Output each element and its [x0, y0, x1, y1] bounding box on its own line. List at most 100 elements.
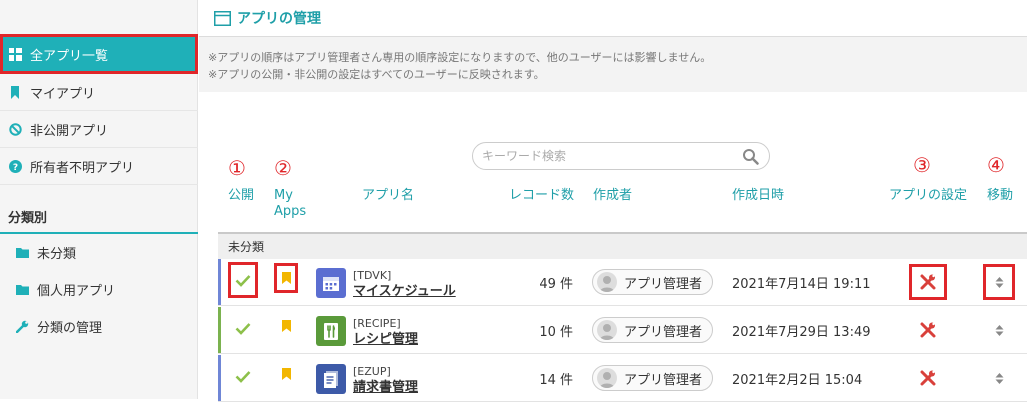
sidebar-category-personal[interactable]: 個人用アプリ — [0, 271, 198, 308]
myapps-toggle[interactable] — [274, 311, 298, 341]
app-icon[interactable] — [316, 364, 346, 394]
app-settings-button[interactable] — [909, 264, 947, 300]
window-icon — [214, 10, 231, 26]
app-name-link[interactable]: レシピ管理 — [353, 331, 418, 348]
grid-icon — [8, 47, 22, 61]
annotation-marker-1: ① — [228, 156, 246, 180]
move-handle[interactable] — [983, 312, 1015, 348]
myapps-toggle[interactable] — [274, 263, 298, 293]
wrench-icon — [15, 320, 29, 333]
prohibited-icon — [8, 122, 22, 136]
search-icon[interactable] — [742, 148, 759, 168]
app-name-cell: [EZUP] 請求書管理 — [353, 365, 418, 396]
row-color-bar — [218, 307, 221, 353]
public-toggle[interactable] — [228, 262, 258, 298]
svg-text:?: ? — [12, 163, 17, 173]
notice-line: ※アプリの公開・非公開の設定はすべてのユーザーに反映されます。 — [208, 68, 545, 81]
annotation-marker-4: ④ — [987, 153, 1005, 177]
creator-chip[interactable]: アプリ管理者 — [592, 365, 714, 391]
invoice-icon — [316, 364, 346, 394]
column-header-records[interactable]: レコード数 — [509, 188, 574, 204]
sidebar-item-orphan-apps[interactable]: ? 所有者不明アプリ — [0, 148, 198, 185]
sidebar-item-label: 非公開アプリ — [30, 123, 109, 139]
avatar — [597, 368, 617, 388]
record-count: 14 件 — [539, 373, 573, 388]
created-date: 2021年2月2日 15:04 — [732, 373, 863, 388]
question-icon: ? — [8, 159, 22, 173]
column-header-label: Apps — [274, 204, 307, 219]
sidebar: 全アプリ一覧 マイアプリ 非公開アプリ ? 所有者不明アプリ 分類別 未分類 個… — [0, 0, 198, 399]
folder-icon — [15, 247, 29, 258]
created-date: 2021年7月29日 13:49 — [732, 325, 871, 340]
avatar — [597, 272, 617, 292]
bookmark-icon — [281, 368, 291, 380]
column-header-name[interactable]: アプリ名 — [362, 188, 414, 204]
table-row: [EZUP] 請求書管理 14 件 アプリ管理者 2021年2月2日 15:04 — [218, 355, 1027, 402]
app-settings-button[interactable] — [909, 312, 947, 348]
calendar-icon — [316, 268, 346, 298]
created-date: 2021年7月14日 19:11 — [732, 277, 871, 292]
sort-arrows-icon — [995, 324, 1003, 336]
app-settings-button[interactable] — [909, 360, 947, 396]
bookmark-icon — [281, 320, 291, 332]
recipe-icon — [316, 316, 346, 346]
search-box[interactable] — [472, 142, 770, 170]
page-header: アプリの管理 — [199, 0, 1027, 36]
notice-box: ※アプリの順序はアプリ管理者さん専用の順序設定になりますので、他のユーザーには影… — [199, 36, 1027, 92]
column-header-settings: アプリの設定 — [889, 188, 968, 203]
sidebar-section-title: 分類別 — [0, 200, 198, 234]
row-color-bar — [218, 259, 221, 305]
app-icon[interactable] — [316, 268, 346, 298]
column-header-public[interactable]: 公開 — [228, 188, 254, 204]
column-header-myapps[interactable]: My Apps — [274, 188, 306, 220]
sidebar-category-label: 未分類 — [37, 247, 77, 262]
record-count: 10 件 — [539, 325, 573, 340]
sidebar-item-label: マイアプリ — [30, 86, 96, 102]
move-handle[interactable] — [983, 360, 1015, 396]
app-name-link[interactable]: 請求書管理 — [353, 379, 418, 396]
notice-line: ※アプリの順序はアプリ管理者さん専用の順序設定になりますので、他のユーザーには影… — [208, 51, 712, 64]
public-toggle[interactable] — [228, 310, 258, 346]
bookmark-icon — [281, 272, 291, 284]
column-header-label: My — [274, 188, 293, 203]
annotation-marker-3: ③ — [913, 153, 931, 177]
creator-chip[interactable]: アプリ管理者 — [592, 317, 714, 343]
sort-arrows-icon — [995, 372, 1003, 384]
creator-name: アプリ管理者 — [624, 324, 703, 340]
search-input[interactable] — [482, 149, 732, 163]
app-code: [TDVK] — [353, 269, 392, 282]
sidebar-category-uncategorized[interactable]: 未分類 — [0, 234, 198, 271]
annotation-marker-2: ② — [274, 156, 292, 180]
move-handle[interactable] — [983, 264, 1015, 300]
page-title: アプリの管理 — [237, 11, 321, 27]
check-icon — [235, 322, 251, 335]
creator-name: アプリ管理者 — [624, 276, 703, 292]
row-color-bar — [218, 355, 221, 401]
myapps-toggle[interactable] — [274, 359, 298, 389]
tools-icon — [920, 322, 936, 338]
sidebar-category-manage[interactable]: 分類の管理 — [0, 308, 198, 345]
app-name-cell: [RECIPE] レシピ管理 — [353, 317, 418, 348]
table-row: [RECIPE] レシピ管理 10 件 アプリ管理者 2021年7月29日 13… — [218, 307, 1027, 354]
sidebar-item-all-apps[interactable]: 全アプリ一覧 — [0, 34, 198, 74]
bookmark-icon — [8, 85, 22, 99]
group-label: 未分類 — [228, 240, 265, 254]
column-header-created[interactable]: 作成日時 — [732, 188, 784, 204]
sort-arrows-icon — [995, 276, 1003, 288]
check-icon — [235, 370, 251, 383]
creator-name: アプリ管理者 — [624, 372, 703, 388]
app-icon[interactable] — [316, 316, 346, 346]
sidebar-item-private-apps[interactable]: 非公開アプリ — [0, 111, 198, 148]
sidebar-item-my-apps[interactable]: マイアプリ — [0, 74, 198, 111]
app-code: [EZUP] — [353, 365, 391, 378]
record-count: 49 件 — [539, 277, 573, 292]
main-content: アプリの管理 ※アプリの順序はアプリ管理者さん専用の順序設定になりますので、他の… — [199, 0, 1027, 402]
app-name-cell: [TDVK] マイスケジュール — [353, 269, 456, 300]
public-toggle[interactable] — [228, 358, 258, 394]
avatar — [597, 320, 617, 340]
app-code: [RECIPE] — [353, 317, 401, 330]
column-header-creator[interactable]: 作成者 — [593, 188, 632, 204]
creator-chip[interactable]: アプリ管理者 — [592, 269, 714, 295]
app-name-link[interactable]: マイスケジュール — [353, 283, 456, 300]
sidebar-category-label: 分類の管理 — [37, 321, 103, 336]
